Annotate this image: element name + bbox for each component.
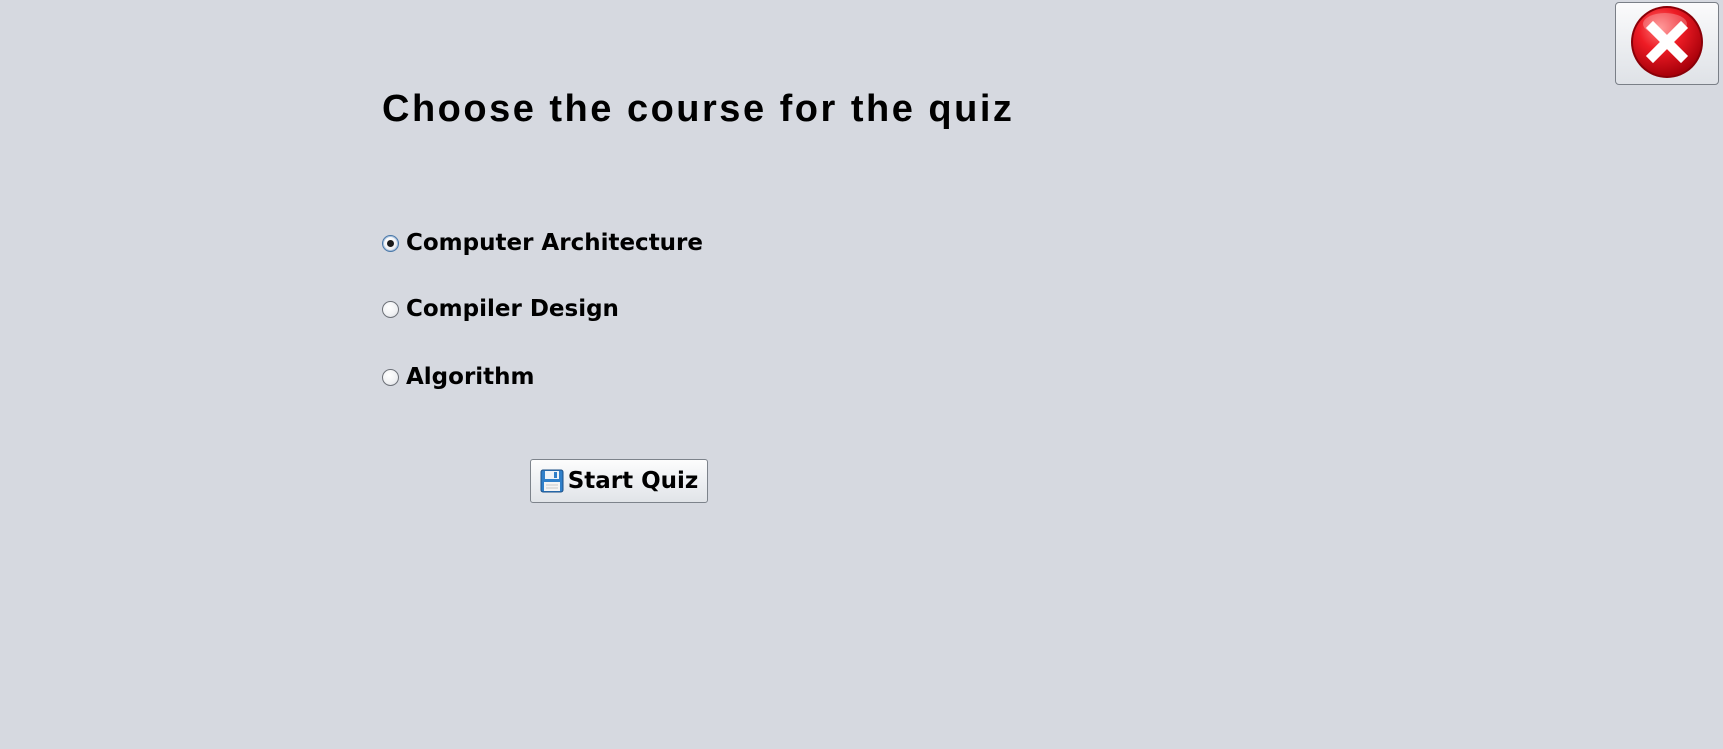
radio-label: Algorithm xyxy=(406,364,535,390)
radio-label: Computer Architecture xyxy=(406,230,704,256)
floppy-disk-icon xyxy=(540,469,564,493)
radio-computer-architecture[interactable]: Computer Architecture xyxy=(382,230,703,256)
radio-label: Compiler Design xyxy=(406,296,619,322)
start-quiz-button[interactable]: Start Quiz xyxy=(530,459,708,503)
radio-compiler-design[interactable]: Compiler Design xyxy=(382,296,619,322)
close-button[interactable] xyxy=(1615,2,1719,85)
radio-button[interactable] xyxy=(382,300,399,318)
radio-button-checked[interactable] xyxy=(382,234,399,252)
start-quiz-label: Start Quiz xyxy=(567,468,699,494)
page-title: Choose the course for the quiz xyxy=(382,88,1015,130)
radio-button[interactable] xyxy=(382,368,399,386)
radio-algorithm[interactable]: Algorithm xyxy=(382,364,535,390)
close-icon xyxy=(1629,4,1705,84)
